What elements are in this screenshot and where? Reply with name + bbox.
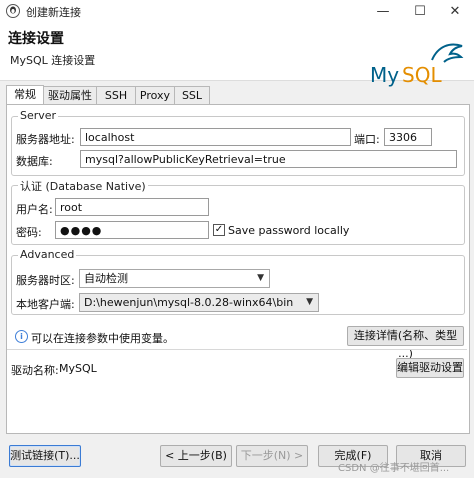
chevron-down-icon: ▼ — [306, 297, 313, 307]
port-input[interactable]: 3306 — [384, 128, 432, 146]
auth-legend: 认证 (Database Native) — [18, 178, 148, 194]
connection-details-button[interactable]: 连接详情(名称、类型 ...) — [347, 326, 464, 360]
host-input[interactable]: localhost — [80, 128, 351, 146]
timezone-select[interactable]: 自动检测 ▼ — [79, 269, 270, 288]
save-password-checkbox[interactable]: ✓ — [213, 224, 225, 236]
username-label: 用户名: — [16, 203, 53, 216]
edit-driver-settings-button[interactable]: 编辑驱动设置 — [396, 358, 464, 378]
divider — [7, 349, 467, 350]
minimize-icon[interactable]: — — [368, 0, 398, 22]
advanced-group: Advanced 服务器时区: 自动检测 ▼ 本地客户端: D:\hewenju… — [11, 248, 465, 315]
svg-text:SQL: SQL — [402, 63, 442, 87]
next-button[interactable]: 下一步(N) > — [236, 445, 308, 467]
database-input[interactable]: mysql?allowPublicKeyRetrieval=true — [80, 150, 457, 168]
save-password-label: Save password locally — [228, 224, 350, 237]
close-icon[interactable]: ✕ — [440, 0, 470, 22]
svg-text:My: My — [370, 63, 399, 87]
username-input[interactable]: root — [55, 198, 209, 216]
back-button[interactable]: < 上一步(B) — [160, 445, 232, 467]
info-icon: i — [15, 330, 28, 343]
driver-name-label: 驱动名称: — [11, 364, 59, 377]
test-connection-button[interactable]: 测试链接(T)... — [9, 445, 81, 467]
page-title: 连接设置 — [8, 31, 64, 47]
server-legend: Server — [18, 109, 59, 122]
timezone-value: 自动检测 — [84, 272, 128, 285]
tab-general[interactable]: 常规 — [6, 85, 44, 105]
page-subtitle: MySQL 连接设置 — [10, 54, 96, 67]
tab-proxy[interactable]: Proxy — [135, 86, 175, 104]
local-client-select[interactable]: D:\hewenjun\mysql-8.0.28-winx64\bin ▼ — [79, 293, 319, 312]
auth-group: 认证 (Database Native) 用户名: root 密码: ●●●● … — [11, 178, 465, 245]
local-client-value: D:\hewenjun\mysql-8.0.28-winx64\bin — [84, 296, 294, 309]
window-title: 创建新连接 — [26, 6, 81, 19]
password-label: 密码: — [16, 226, 42, 239]
tab-ssl[interactable]: SSL — [174, 86, 210, 104]
maximize-icon[interactable]: ☐ — [405, 0, 435, 22]
database-label: 数据库: — [16, 155, 53, 168]
timezone-label: 服务器时区: — [16, 274, 75, 287]
watermark-text: CSDN @往事不堪回首... — [338, 463, 450, 474]
host-label: 服务器地址: — [16, 133, 75, 146]
tab-ssh[interactable]: SSH — [96, 86, 136, 104]
password-input[interactable]: ●●●● — [55, 221, 209, 239]
variables-hint: 可以在连接参数中使用变量。 — [31, 332, 174, 345]
advanced-legend: Advanced — [18, 248, 77, 261]
dialog-header: 连接设置 MySQL 连接设置 My SQL — [0, 22, 474, 87]
tab-driver-properties[interactable]: 驱动属性 — [43, 86, 97, 104]
general-panel: Server 服务器地址: localhost 端口: 3306 数据库: my… — [6, 104, 470, 434]
mysql-logo: My SQL — [370, 43, 464, 87]
chevron-down-icon: ▼ — [257, 273, 264, 283]
port-label: 端口: — [354, 133, 380, 146]
title-bar: 创建新连接 — ☐ ✕ — [0, 0, 474, 22]
app-icon — [6, 4, 20, 18]
driver-name-value: MySQL — [59, 362, 97, 375]
server-group: Server 服务器地址: localhost 端口: 3306 数据库: my… — [11, 109, 465, 176]
local-client-label: 本地客户端: — [16, 298, 75, 311]
